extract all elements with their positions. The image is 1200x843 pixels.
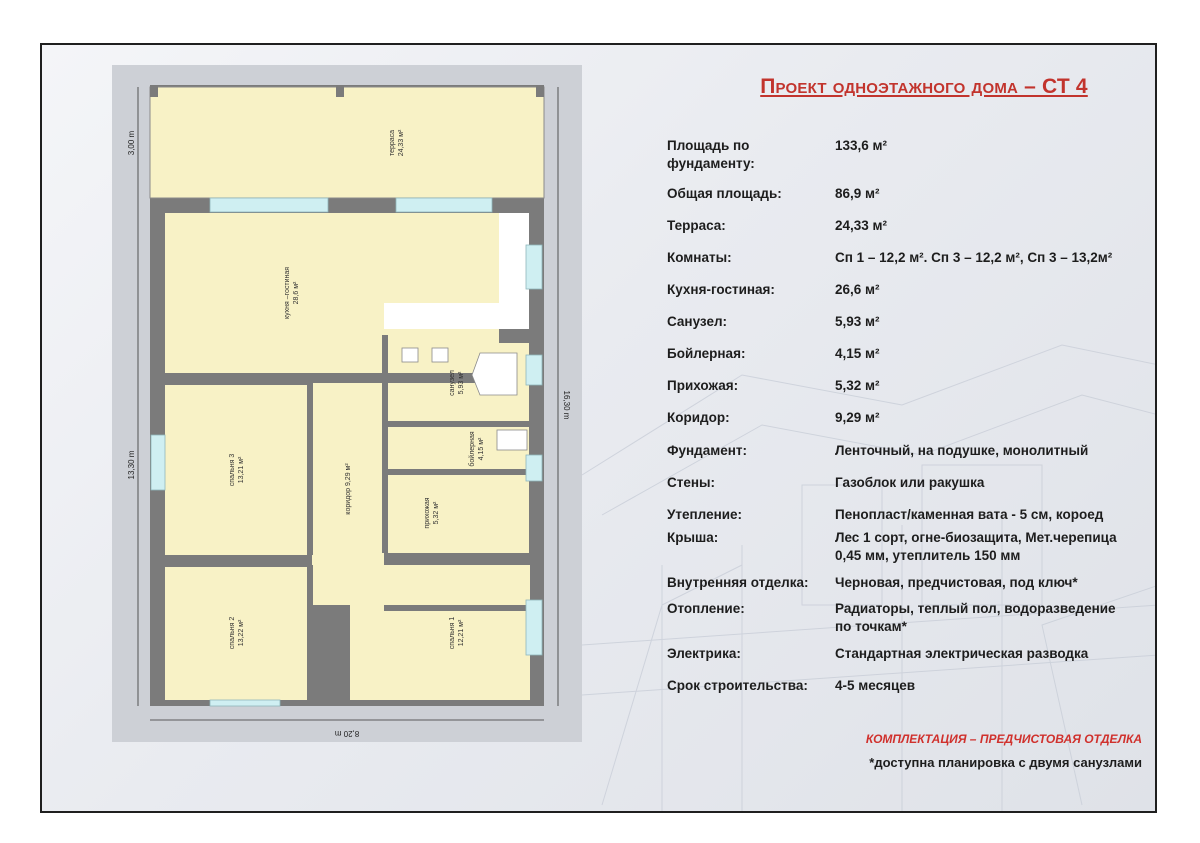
room-hallway	[387, 475, 529, 553]
floor-plan: терраса 24,33 м² кухня –гостиная 28,6 м²…	[112, 65, 582, 742]
dim-terrace-depth: 3,00 m	[127, 130, 136, 155]
spec-value: 4,15 м²	[835, 346, 880, 361]
room-terrace	[149, 86, 545, 199]
spec-value: 5,93 м²	[835, 314, 880, 329]
area-bedroom-2: 13,22 м²	[238, 619, 245, 646]
spec-value: Черновая, предчистовая, под ключ*	[835, 575, 1078, 590]
spec-label: Срок строительства:	[667, 678, 808, 693]
spec-value: 26,6 м²	[835, 282, 880, 297]
area-bedroom-3: 13,21 м²	[238, 456, 245, 483]
page-title: Проект одноэтажного дома – СТ 4	[760, 75, 1088, 98]
document-frame: терраса 24,33 м² кухня –гостиная 28,6 м²…	[40, 43, 1157, 813]
spec-label: Утепление:	[667, 507, 743, 522]
spec-label: Санузел:	[667, 314, 728, 329]
label-bedroom-2: спальня 2	[229, 617, 236, 650]
spec-label: Стены:	[667, 475, 716, 490]
area-bedroom-1: 12,21 м²	[458, 619, 465, 646]
area-bathroom: 5,93 м²	[458, 371, 465, 394]
spec-label: Прихожая:	[667, 378, 739, 393]
spec-label: Общая площадь:	[667, 186, 782, 201]
spec-value: 4-5 месяцев	[835, 678, 916, 693]
spec-value: Газоблок или ракушка	[835, 475, 985, 490]
package-note: КОМПЛЕКТАЦИЯ – ПРЕДЧИСТОВАЯ ОТДЕЛКА	[865, 732, 1142, 746]
shower-fixture	[471, 352, 518, 396]
area-kitchen: 28,6 м²	[293, 281, 300, 304]
area-boiler: 4,15 м²	[478, 437, 485, 460]
label-bedroom-1: спальня 1	[449, 617, 456, 650]
room-bedroom-3	[165, 385, 307, 555]
spec-label: Коридор:	[667, 410, 730, 425]
spec-value: 9,29 м²	[835, 410, 880, 425]
label-boiler: бойлерная	[468, 431, 476, 466]
spec-value: Радиаторы, теплый пол, водоразведение по…	[835, 601, 1116, 634]
spec-label: Кухня-гостиная:	[667, 282, 775, 297]
label-hallway: прихожая	[424, 497, 431, 528]
spec-label: Отопление:	[667, 601, 745, 616]
spec-value: 86,9 м²	[835, 186, 880, 201]
spec-label: Площадь по фундаменту:	[667, 138, 755, 171]
spec-label: Бойлерная:	[667, 346, 746, 361]
label-kitchen: кухня –гостиная	[284, 267, 291, 319]
room-bedroom-1	[350, 565, 530, 700]
spec-value: Стандартная электрическая разводка	[835, 646, 1089, 661]
spec-value: Лес 1 сорт, огне-биозащита, Мет.черепица…	[835, 530, 1117, 563]
area-terrace: 24,33 м²	[398, 129, 405, 156]
spec-label: Фундамент:	[667, 443, 748, 458]
label-bedroom-3: спальня 3	[229, 454, 236, 487]
spec-label: Электрика:	[667, 646, 741, 661]
spec-label: Внутренняя отделка:	[667, 575, 809, 590]
label-corridor: коридор 9,29 м²	[345, 463, 352, 515]
footnote: *доступна планировка с двумя санузлами	[869, 755, 1142, 770]
spec-value: 5,32 м²	[835, 378, 880, 393]
spec-value: 133,6 м²	[835, 138, 888, 153]
label-terrace: терраса	[389, 130, 396, 156]
spec-value: Ленточный, на подушке, монолитный	[835, 443, 1089, 458]
dim-left: 13,30 m	[127, 450, 136, 479]
dim-right: 16,30 m	[562, 391, 571, 420]
spec-label: Терраса:	[667, 218, 726, 233]
area-hallway: 5,32 м²	[433, 501, 440, 524]
spec-value: Пенопласт/каменная вата - 5 см, короед	[835, 507, 1104, 522]
label-bathroom: санузел	[449, 370, 456, 396]
dim-bottom: 8,20 m	[334, 729, 359, 738]
room-bedroom-2	[165, 567, 307, 700]
spec-label: Комнаты:	[667, 250, 732, 265]
spec-value: Сп 1 – 12,2 м². Сп 3 – 12,2 м², Сп 3 – 1…	[835, 250, 1113, 265]
spec-label: Крыша:	[667, 530, 719, 545]
spec-value: 24,33 м²	[835, 218, 888, 233]
sink-fixture	[401, 347, 419, 363]
